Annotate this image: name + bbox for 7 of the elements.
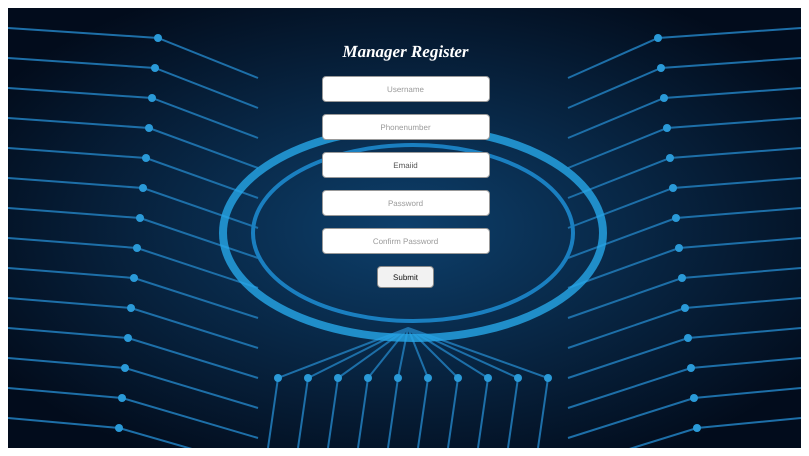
text-field[interactable]: Emaiid [322,152,490,178]
text-field[interactable]: Phonenumber [322,114,490,140]
submit-button[interactable]: Submit [377,266,434,288]
text-field[interactable]: Username [322,76,490,102]
text-field[interactable]: Password [322,190,490,216]
text-field[interactable]: Confirm Password [322,228,490,254]
form-title: Manager Register [342,42,469,62]
